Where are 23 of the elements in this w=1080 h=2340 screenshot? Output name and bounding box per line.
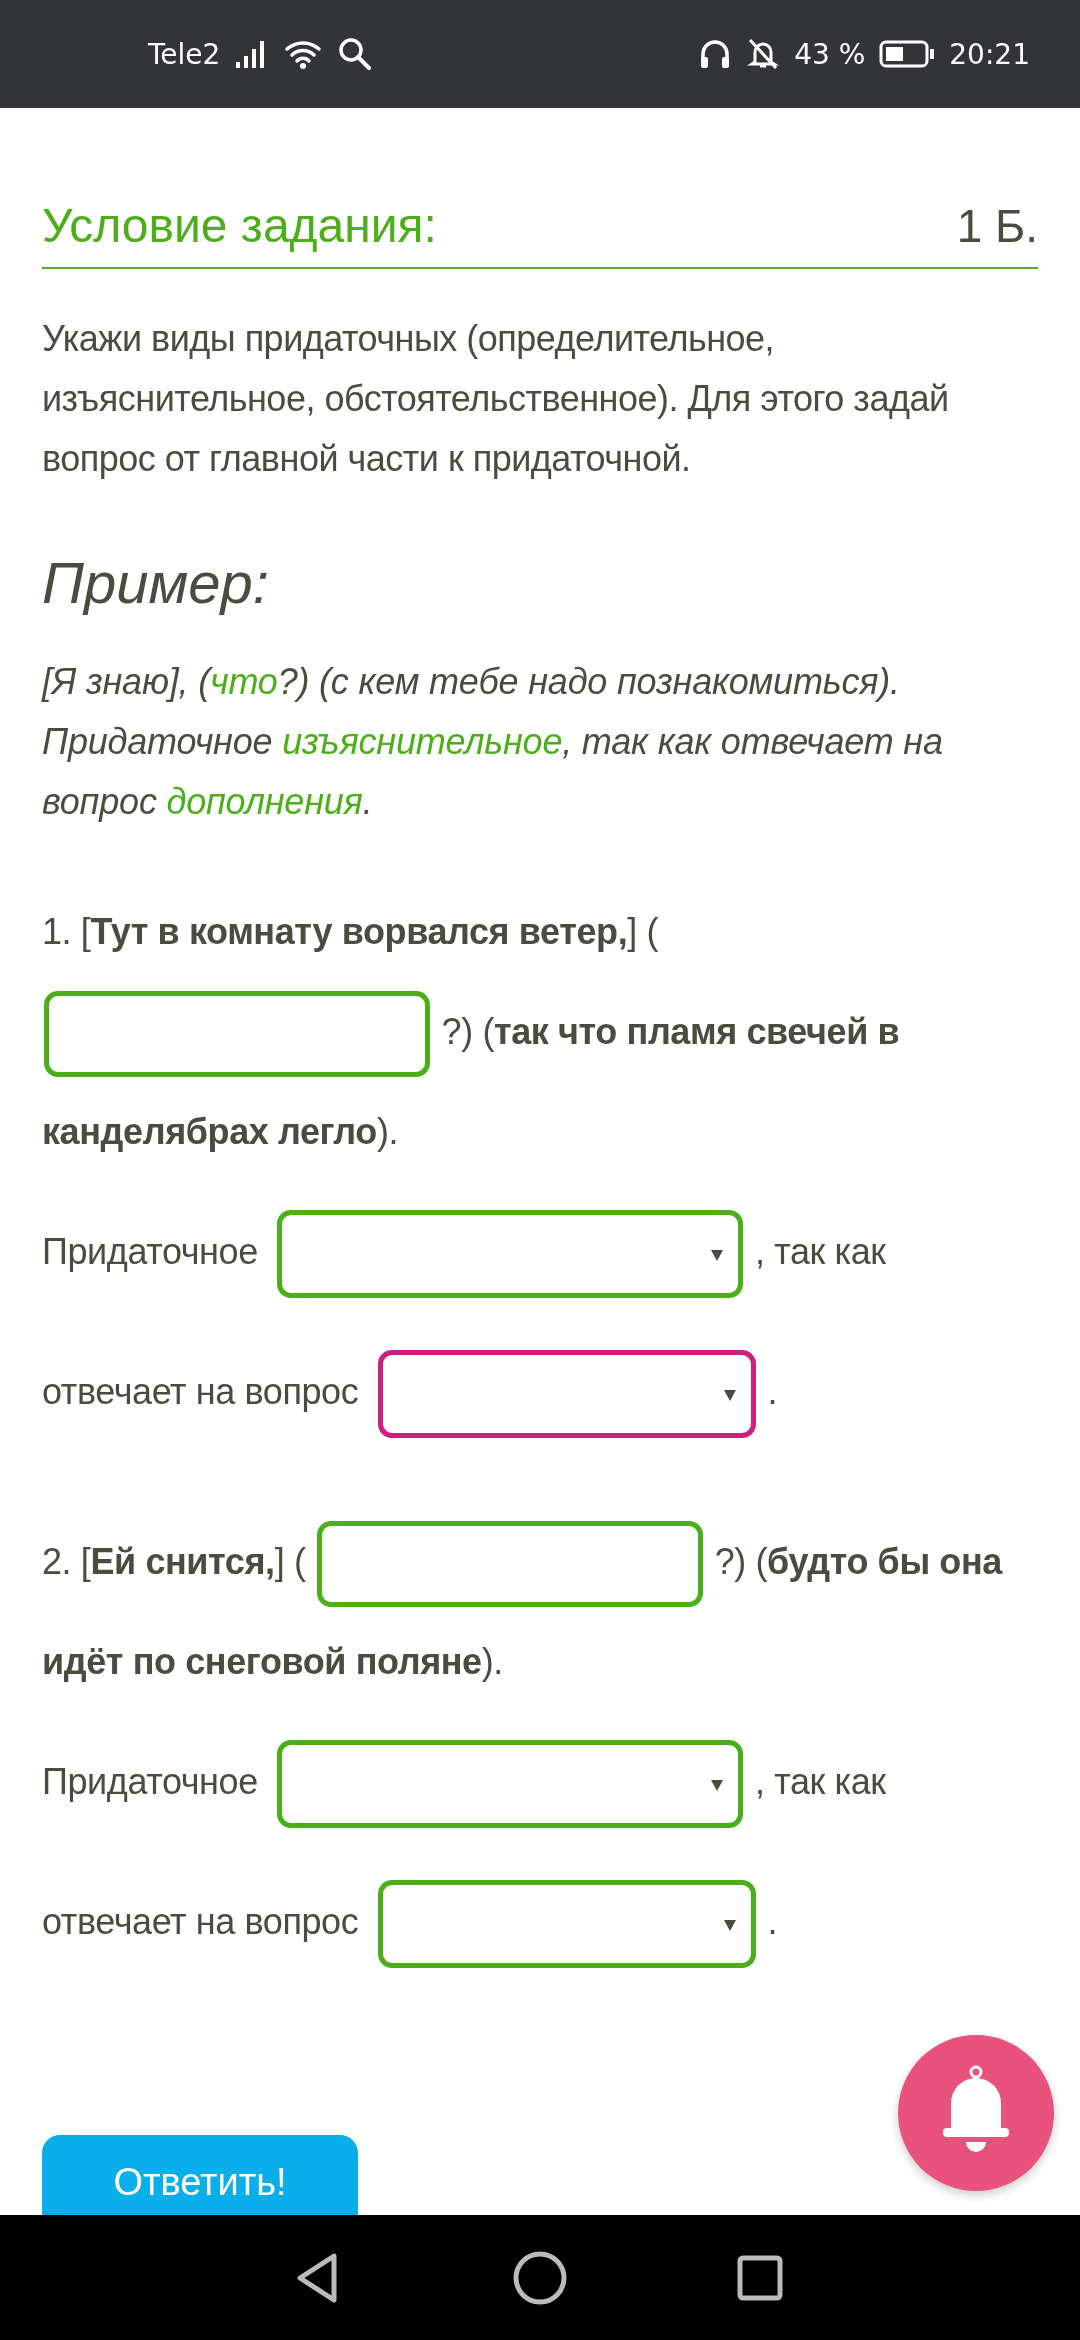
sentence-text: Придаточное (42, 1761, 258, 1802)
sentence-text: канделябрах легло). (42, 1111, 399, 1152)
sentence-text: , так как (755, 1231, 886, 1272)
points: 1 Б. (956, 199, 1038, 253)
sentence-text: . (767, 1371, 778, 1412)
sentence-text: , так как (755, 1761, 886, 1802)
example-text: [Я знаю], (что?) (с кем тебе надо познакомиться). Придаточное изъяснительное, так как отвечает на вопрос дополнения. (42, 660, 944, 824)
sentence-text: Придаточное (42, 1231, 258, 1272)
sentence-text: ?) (так что пламя свечей в (441, 1011, 900, 1052)
sentence-text: 2. [Ей снится,] ( (42, 1541, 306, 1582)
battery-percent: 43 % (794, 37, 866, 71)
clock: 20:21 (949, 37, 1030, 71)
section-title: Условие задания: (42, 198, 437, 253)
sentence-text: 1. [Тут в комнату ворвался ветер,] ( (42, 911, 659, 952)
submit-button[interactable]: Ответить! (42, 2135, 358, 2215)
sentence-text: . (767, 1901, 778, 1942)
sentence-text: ?) (будто бы она (714, 1541, 1002, 1582)
sentence-text: идёт по снеговой поляне). (42, 1641, 503, 1682)
example-heading: Пример: (42, 549, 270, 616)
task-text: Укажи виды придаточных (определительное, изъяснительное, обстоятельственное). Для этого задай вопрос от главной части к придаточной. (42, 317, 950, 481)
sentence-text: отвечает на вопрос (42, 1371, 359, 1412)
carrier: Tele2 (148, 37, 221, 71)
sentence-text: отвечает на вопрос (42, 1901, 359, 1942)
